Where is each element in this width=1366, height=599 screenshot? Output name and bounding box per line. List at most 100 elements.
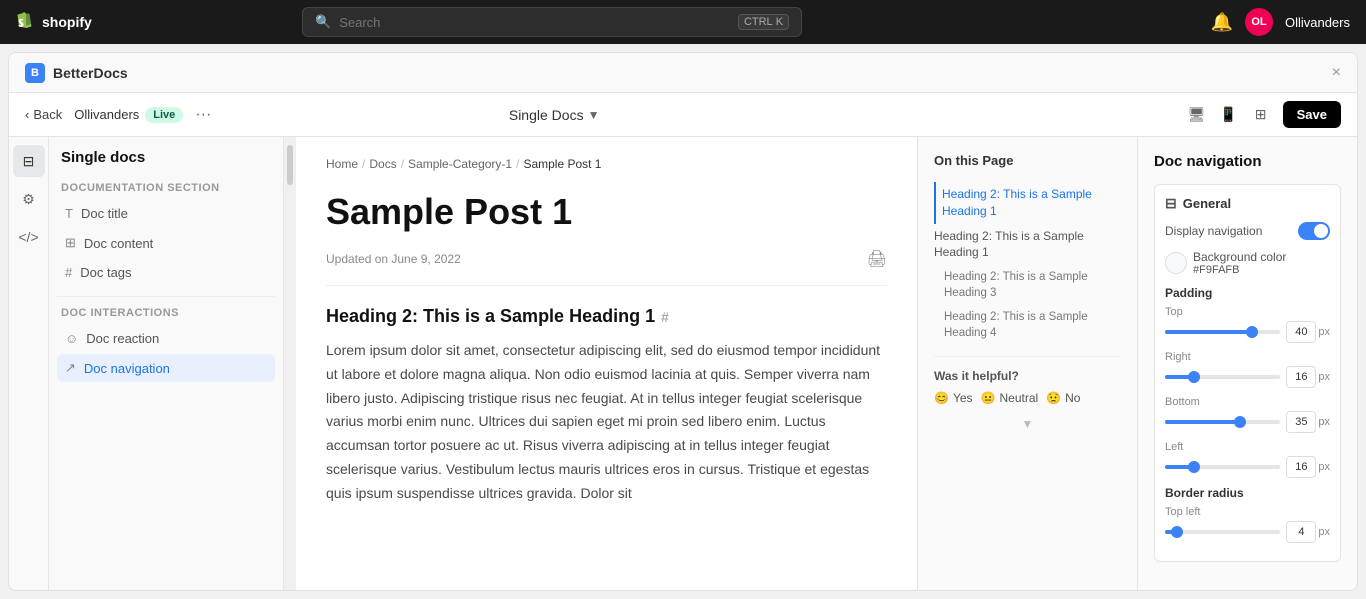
display-nav-control: Display navigation (1165, 222, 1330, 240)
save-button[interactable]: Save (1283, 101, 1341, 128)
toc-item-4[interactable]: Heading 2: This is a Sample Heading 4 (934, 305, 1121, 345)
sidebar-item-doc-title[interactable]: T Doc title (57, 200, 275, 227)
sidebar-item-doc-reaction[interactable]: ☺ Doc reaction (57, 325, 275, 352)
sidebar-icon-settings[interactable]: ⚙ (13, 183, 45, 215)
padding-right-row: Right 16 px (1165, 351, 1330, 388)
padding-right-slider-row: 16 px (1165, 366, 1330, 388)
search-icon: 🔍 (315, 14, 331, 30)
search-bar[interactable]: 🔍 CTRL K (302, 7, 802, 37)
display-nav-toggle[interactable] (1298, 222, 1330, 240)
right-panel: Doc navigation ⊟ General Display navigat… (1137, 137, 1357, 590)
breadcrumb-docs[interactable]: Docs (369, 157, 396, 171)
close-icon[interactable]: × (1332, 64, 1341, 82)
toc-item-2[interactable]: Heading 2: This is a Sample Heading 1 (934, 224, 1121, 266)
search-input[interactable] (339, 15, 730, 30)
sidebar-icon-layout[interactable]: ⊟ (13, 145, 45, 177)
breadcrumb-current: Sample Post 1 (523, 157, 601, 171)
bg-color-picker: Background color #F9FAFB (1165, 250, 1330, 276)
back-button[interactable]: ‹ Back (25, 107, 62, 122)
padding-left-value[interactable]: 16 (1286, 456, 1316, 478)
center-nav-label[interactable]: Single Docs (509, 107, 584, 123)
border-radius-label: Border radius (1165, 486, 1330, 500)
notification-icon[interactable]: 🔔 (1211, 12, 1233, 33)
inner-sidebar: ⊟ ⚙ </> Single docs Documentation sectio… (9, 137, 284, 590)
search-shortcut: CTRL K (738, 14, 789, 30)
sidebar-item-doc-tags[interactable]: # Doc tags (57, 259, 275, 286)
sidebar-item-doc-content[interactable]: ⊞ Doc content (57, 229, 275, 257)
padding-left-slider-row: 16 px (1165, 456, 1330, 478)
border-radius-top-left-unit: px (1318, 526, 1330, 538)
app-title: BetterDocs (53, 65, 128, 81)
border-radius-top-left-value[interactable]: 4 (1286, 521, 1316, 543)
helpful-no-button[interactable]: 😟 No (1046, 391, 1080, 405)
left-scroll-thumb[interactable] (287, 145, 293, 185)
heading-anchor-icon[interactable]: # (661, 309, 669, 325)
left-icon-bar: ⊟ ⚙ </> (9, 137, 49, 590)
padding-right-thumb[interactable] (1188, 371, 1200, 383)
back-label: Back (33, 107, 62, 122)
panel-section-general: ⊟ General Display navigation Background … (1154, 184, 1341, 562)
toolbar: ‹ Back Ollivanders Live ··· Single Docs … (9, 93, 1357, 137)
breadcrumb: Home / Docs / Sample-Category-1 / Sample… (326, 157, 887, 171)
doc-preview[interactable]: Home / Docs / Sample-Category-1 / Sample… (296, 137, 917, 590)
desktop-view-icon[interactable]: 🖥 (1183, 101, 1211, 129)
padding-right-value[interactable]: 16 (1286, 366, 1316, 388)
helpful-yes-button[interactable]: 😊 Yes (934, 391, 973, 405)
padding-top-track (1165, 330, 1280, 334)
toc-scroll-down[interactable]: ▼ (934, 417, 1121, 431)
border-radius-top-left-thumb[interactable] (1171, 526, 1183, 538)
helpful-neutral-label: Neutral (999, 391, 1038, 405)
more-button[interactable]: ··· (195, 106, 211, 124)
helpful-section: Was it helpful? 😊 Yes 😐 Neutral 😟 No (934, 369, 1121, 405)
store-badge-name: Ollivanders (74, 107, 139, 122)
sidebar-icon-code[interactable]: </> (13, 221, 45, 253)
padding-bottom-value[interactable]: 35 (1286, 411, 1316, 433)
border-radius-top-left-track (1165, 530, 1280, 534)
padding-bottom-slider-row: 35 px (1165, 411, 1330, 433)
tablet-view-icon[interactable]: 📱 (1215, 101, 1243, 129)
helpful-neutral-button[interactable]: 😐 Neutral (981, 391, 1039, 405)
on-this-page-title: On this Page (934, 153, 1121, 168)
center-nav-chevron-icon[interactable]: ▼ (588, 108, 600, 122)
doc-body: Lorem ipsum dolor sit amet, consectetur … (326, 339, 887, 506)
doc-tags-icon: # (65, 265, 72, 280)
padding-left-thumb[interactable] (1188, 461, 1200, 473)
doc-body-text: Lorem ipsum dolor sit amet, consectetur … (326, 339, 887, 506)
shopify-logo[interactable]: shopify (16, 12, 92, 32)
padding-bottom-fill (1165, 420, 1240, 424)
section2-label: Doc interactions (57, 307, 275, 319)
padding-bottom-thumb[interactable] (1234, 416, 1246, 428)
mobile-view-icon[interactable]: ⊞ (1247, 101, 1275, 129)
padding-top-unit: px (1318, 326, 1330, 338)
padding-bottom-value-box: 35 px (1286, 411, 1330, 433)
breadcrumb-sep-3: / (516, 157, 519, 171)
bg-color-hex: #F9FAFB (1193, 264, 1286, 276)
padding-top-value[interactable]: 40 (1286, 321, 1316, 343)
main-layout: ⊟ ⚙ </> Single docs Documentation sectio… (9, 137, 1357, 590)
helpful-buttons: 😊 Yes 😐 Neutral 😟 No (934, 391, 1121, 405)
breadcrumb-home[interactable]: Home (326, 157, 358, 171)
padding-right-unit: px (1318, 371, 1330, 383)
doc-navigation-icon: ↗ (65, 360, 76, 376)
toc-item-1[interactable]: Heading 2: This is a Sample Heading 1 (934, 182, 1121, 224)
bg-color-swatch[interactable] (1165, 252, 1187, 274)
doc-title: Sample Post 1 (326, 191, 887, 233)
padding-top-thumb[interactable] (1246, 326, 1258, 338)
store-name: Ollivanders (1285, 15, 1350, 30)
section-separator (57, 296, 275, 297)
display-nav-label: Display navigation (1165, 224, 1262, 238)
print-icon[interactable]: 🖨 (867, 249, 887, 269)
app-title-bar: B BetterDocs × (9, 53, 1357, 93)
bg-color-label: Background color (1193, 250, 1286, 264)
live-badge: Live (145, 107, 183, 123)
padding-left-label: Left (1165, 441, 1330, 453)
sidebar-item-doc-navigation[interactable]: ↗ Doc navigation (57, 354, 275, 382)
toc-item-3[interactable]: Heading 2: This is a Sample Heading 3 (934, 265, 1121, 305)
padding-bottom-row: Bottom 35 px (1165, 396, 1330, 433)
doc-updated: Updated on June 9, 2022 (326, 252, 461, 266)
sidebar-item-doc-navigation-label: Doc navigation (84, 361, 170, 376)
breadcrumb-category[interactable]: Sample-Category-1 (408, 157, 512, 171)
padding-top-fill (1165, 330, 1252, 334)
padding-bottom-label: Bottom (1165, 396, 1330, 408)
back-arrow-icon: ‹ (25, 107, 29, 122)
